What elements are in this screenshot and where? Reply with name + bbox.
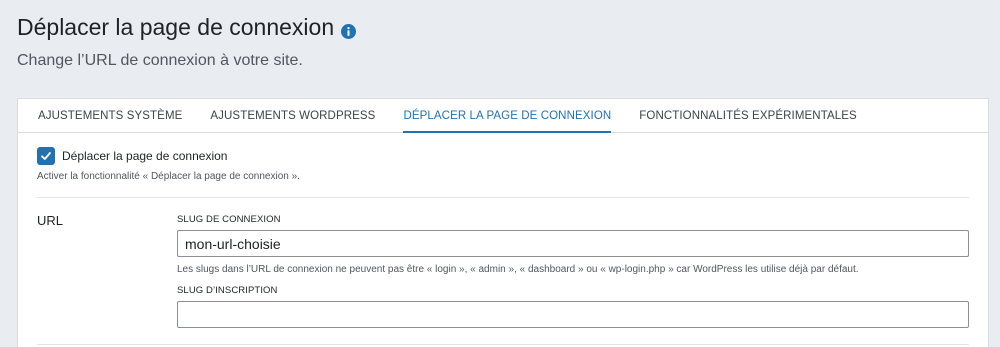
section-divider bbox=[37, 197, 969, 198]
tab-move-login-page[interactable]: DÉPLACER LA PAGE DE CONNEXION bbox=[403, 99, 611, 133]
feature-toggle-row: Déplacer la page de connexion bbox=[37, 147, 227, 165]
checkmark-icon bbox=[41, 152, 51, 160]
tab-wordpress-settings[interactable]: AJUSTEMENTS WORDPRESS bbox=[210, 99, 375, 132]
page-title-text: Déplacer la page de connexion bbox=[17, 14, 335, 40]
url-section-label: URL bbox=[37, 213, 64, 228]
move-login-checkbox-label[interactable]: Déplacer la page de connexion bbox=[62, 149, 227, 163]
tab-experimental-features[interactable]: FONCTIONNALITÉS EXPÉRIMENTALES bbox=[639, 99, 857, 132]
register-slug-label: SLUG D’INSCRIPTION bbox=[177, 285, 278, 296]
login-slug-input[interactable] bbox=[177, 230, 969, 257]
move-login-checkbox[interactable] bbox=[37, 147, 55, 165]
register-slug-input[interactable] bbox=[177, 301, 969, 328]
info-icon[interactable] bbox=[341, 18, 357, 39]
login-slug-label: SLUG DE CONNEXION bbox=[177, 214, 281, 225]
page-subtitle: Change l’URL de connexion à votre site. bbox=[17, 52, 303, 69]
feature-description: Activer la fonctionnalité « Déplacer la … bbox=[37, 171, 300, 182]
settings-card: AJUSTEMENTS SYSTÈME AJUSTEMENTS WORDPRES… bbox=[17, 98, 989, 347]
section-divider-bottom bbox=[37, 344, 969, 345]
tab-system-settings[interactable]: AJUSTEMENTS SYSTÈME bbox=[38, 99, 182, 132]
login-slug-help: Les slugs dans l’URL de connexion ne peu… bbox=[177, 264, 859, 275]
page-title: Déplacer la page de connexion bbox=[17, 14, 357, 41]
tab-bar: AJUSTEMENTS SYSTÈME AJUSTEMENTS WORDPRES… bbox=[18, 99, 988, 133]
